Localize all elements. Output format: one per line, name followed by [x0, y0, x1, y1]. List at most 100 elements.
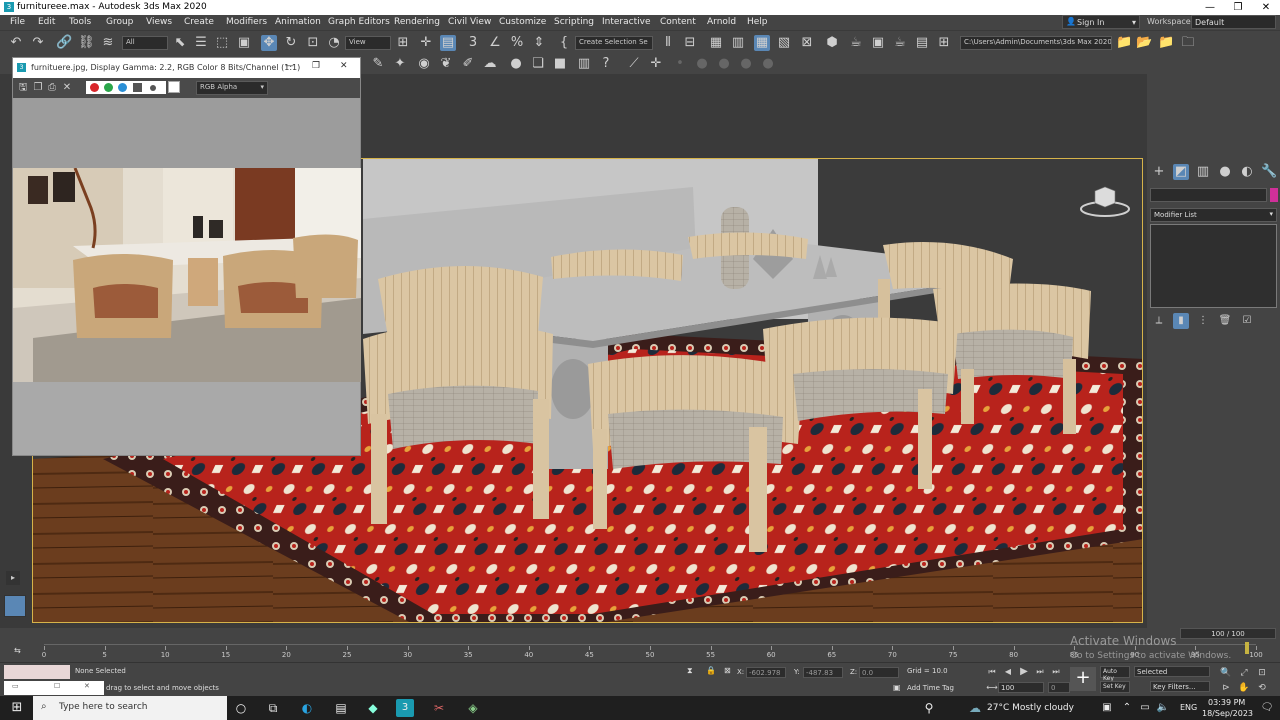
- menu-graph-editors[interactable]: Graph Editors: [328, 17, 390, 27]
- remove-modifier-icon[interactable]: 🗑: [1217, 313, 1233, 329]
- blue-channel-toggle[interactable]: [118, 83, 127, 92]
- brush-icon[interactable]: ✐: [460, 56, 476, 72]
- dot-large-icon[interactable]: ●: [716, 56, 732, 72]
- play-icon[interactable]: ▶︎: [1016, 664, 1032, 680]
- select-and-scale-icon[interactable]: ⊡: [305, 35, 321, 51]
- notifications-icon[interactable]: 🗨: [1258, 699, 1276, 717]
- render-iterative-icon[interactable]: ▤: [914, 35, 930, 51]
- current-frame-field[interactable]: 100: [998, 682, 1044, 693]
- menu-tools[interactable]: Tools: [69, 17, 91, 27]
- menu-rendering[interactable]: Rendering: [394, 17, 440, 27]
- menu-group[interactable]: Group: [106, 17, 133, 27]
- dot-medium-icon[interactable]: ●: [694, 56, 710, 72]
- toggle-ribbon-icon[interactable]: ▦: [754, 35, 770, 51]
- edit-named-selection-icon[interactable]: {: [556, 35, 572, 51]
- modifier-list-dropdown[interactable]: Modifier List ▾: [1150, 208, 1277, 222]
- rendered-frame-window[interactable]: 3 furnituere.jpg, Display Gamma: 2.2, RG…: [12, 57, 361, 456]
- set-project-icon[interactable]: 📁: [1158, 35, 1174, 51]
- 3ds-max-taskbar-icon[interactable]: 3: [396, 699, 414, 717]
- help-circle-icon[interactable]: ?: [598, 56, 614, 72]
- unlink-icon[interactable]: ⛓: [78, 35, 95, 51]
- workspace-dropdown[interactable]: Default: [1191, 15, 1276, 29]
- x-coordinate-field[interactable]: -602.978: [746, 667, 786, 678]
- menu-civil-view[interactable]: Civil View: [448, 17, 491, 27]
- clear-icon[interactable]: ✕: [59, 80, 75, 96]
- show-end-result-icon[interactable]: ▮: [1173, 313, 1189, 329]
- minimize-button[interactable]: —: [1196, 0, 1224, 15]
- z-coordinate-field[interactable]: 0.0: [859, 667, 899, 678]
- project-folder-icon[interactable]: 📁: [1116, 35, 1132, 51]
- mono-toggle[interactable]: [150, 85, 156, 91]
- rect-selection-icon[interactable]: ⬚: [214, 35, 230, 51]
- green-channel-toggle[interactable]: [104, 83, 113, 92]
- menu-customize[interactable]: Customize: [499, 17, 546, 27]
- modify-tab-icon[interactable]: ◩: [1173, 164, 1189, 180]
- auto-key-button[interactable]: Auto Key: [1100, 666, 1130, 682]
- channel-dropdown[interactable]: RGB Alpha ▾: [196, 81, 268, 95]
- select-and-move-icon[interactable]: ✥: [261, 35, 277, 51]
- battery-icon[interactable]: ▭: [1136, 699, 1154, 717]
- sign-in-dropdown[interactable]: 👤 Sign In ▾: [1062, 15, 1140, 29]
- object-paint-icon[interactable]: ✦: [392, 56, 408, 72]
- frame-offset-field[interactable]: 0: [1048, 682, 1070, 693]
- render-production-icon[interactable]: ☕: [892, 35, 908, 51]
- absolute-mode-icon[interactable]: ⊠: [724, 666, 731, 675]
- timeline-toggle-icon[interactable]: ⇆: [14, 646, 21, 655]
- percent-snap-icon[interactable]: %: [509, 35, 525, 51]
- cloud-icon[interactable]: ☁: [482, 56, 498, 72]
- sphere-icon[interactable]: ●: [508, 56, 524, 72]
- named-selection-dropdown[interactable]: Create Selection Se: [575, 36, 653, 50]
- time-slider-handle[interactable]: [1245, 642, 1249, 654]
- key-filters-button[interactable]: Key Filters...: [1150, 681, 1210, 692]
- snip-tool-icon[interactable]: ✂: [430, 699, 448, 717]
- dot-xl-icon[interactable]: ●: [738, 56, 754, 72]
- previous-frame-icon[interactable]: ◀︎: [1000, 664, 1016, 680]
- orbit-icon[interactable]: ⟲: [1254, 680, 1270, 696]
- chevron-up-icon[interactable]: ⌃: [1118, 699, 1136, 717]
- zoom-icon[interactable]: 🔍: [1218, 665, 1234, 681]
- dot-xxl-icon[interactable]: ●: [760, 56, 776, 72]
- weather-text[interactable]: 27°C Mostly cloudy: [987, 703, 1074, 713]
- configure-modifier-sets-icon[interactable]: ☑: [1239, 313, 1255, 329]
- viewport-layout-tab[interactable]: [4, 595, 26, 617]
- schematic-view-icon[interactable]: ⊠: [799, 35, 815, 51]
- alpha-channel-toggle[interactable]: [133, 83, 142, 92]
- y-coordinate-field[interactable]: -487.83: [803, 667, 843, 678]
- select-object-icon[interactable]: ⬉: [172, 35, 188, 51]
- create-tab-icon[interactable]: +: [1151, 164, 1167, 180]
- render-gallery-icon[interactable]: ⊞: [936, 35, 952, 51]
- pin-stack-icon[interactable]: ⟂: [1151, 313, 1167, 329]
- isolate-selection-icon[interactable]: ⧗: [687, 666, 693, 676]
- manipulate-icon[interactable]: ✛: [418, 35, 434, 51]
- angle-snap-icon[interactable]: ∠: [487, 35, 503, 51]
- select-by-name-icon[interactable]: ☰: [193, 35, 209, 51]
- menu-modifiers[interactable]: Modifiers: [226, 17, 267, 27]
- viewport-layout-play-icon[interactable]: ▸: [6, 571, 20, 585]
- layers-icon[interactable]: ❏: [530, 56, 546, 72]
- menu-edit[interactable]: Edit: [38, 17, 55, 27]
- reference-coordinate-dropdown[interactable]: View: [345, 36, 391, 50]
- material-editor-icon[interactable]: ⬢: [824, 35, 840, 51]
- widgets-icon[interactable]: ⧉: [264, 699, 282, 717]
- task-view-icon[interactable]: ○: [232, 699, 250, 717]
- color-swatch[interactable]: [168, 81, 180, 93]
- scene-explorer-icon[interactable]: ▦: [708, 35, 724, 51]
- pivot-center-icon[interactable]: ⊞: [395, 35, 411, 51]
- menu-animation[interactable]: Animation: [275, 17, 321, 27]
- globe-icon[interactable]: ◉: [416, 56, 432, 72]
- display-tab-icon[interactable]: ◐: [1239, 164, 1255, 180]
- undo-icon[interactable]: ↶: [8, 35, 24, 51]
- menu-views[interactable]: Views: [146, 17, 172, 27]
- fov-icon[interactable]: ⊳: [1218, 680, 1234, 696]
- menu-file[interactable]: File: [10, 17, 25, 27]
- time-slider[interactable]: 100 / 100: [1180, 628, 1276, 639]
- window-crossing-icon[interactable]: ▣: [236, 35, 252, 51]
- key-set-dropdown[interactable]: Selected: [1134, 666, 1210, 677]
- mirror-icon[interactable]: ⫴: [660, 35, 676, 51]
- select-and-place-icon[interactable]: ◔: [326, 35, 342, 51]
- redo-icon[interactable]: ↷: [30, 35, 46, 51]
- language-indicator[interactable]: ENG: [1180, 703, 1197, 712]
- lasso-icon[interactable]: ⟋: [626, 56, 642, 72]
- go-to-end-icon[interactable]: ⏭: [1048, 664, 1064, 680]
- open-folder-icon[interactable]: 📂: [1136, 35, 1152, 51]
